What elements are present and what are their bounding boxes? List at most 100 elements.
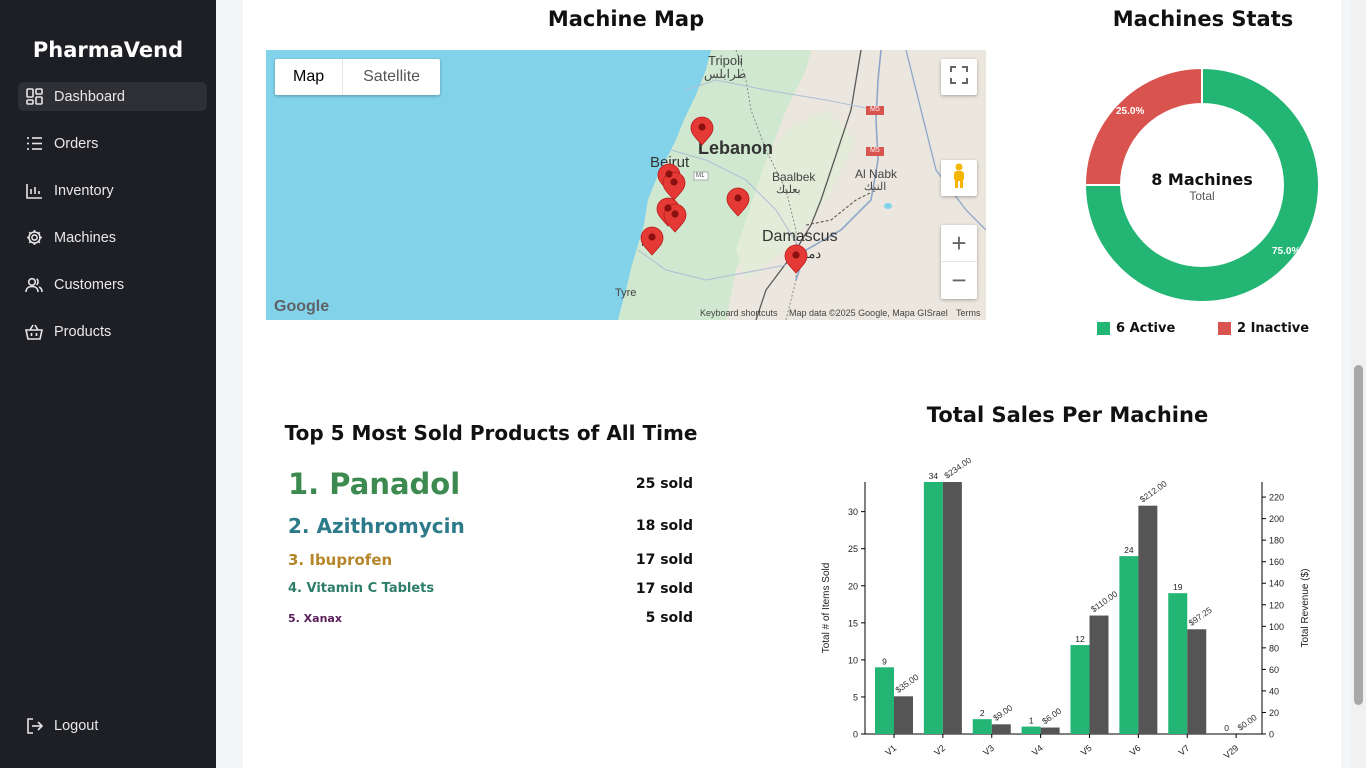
donut-center-sub: Total <box>1189 189 1215 203</box>
y2-tick-label: 200 <box>1269 514 1284 524</box>
top-product-name: 2. Azithromycin <box>288 514 465 538</box>
donut-label-inactive: 25.0% <box>1116 106 1144 117</box>
bar-data-label: $0.00 <box>1236 712 1259 733</box>
inventory-chart-icon <box>14 183 54 199</box>
sidebar-item-label: Orders <box>54 135 99 152</box>
google-logo: Google <box>274 298 330 315</box>
fullscreen-button[interactable] <box>941 59 977 95</box>
y-tick-label: 15 <box>848 618 858 628</box>
legend-active-label: 6 Active <box>1116 321 1176 336</box>
scrollbar-thumb[interactable] <box>1354 365 1363 705</box>
sidebar-item-label: Customers <box>54 276 125 293</box>
y-tick-label: 5 <box>853 692 858 702</box>
map-type-satellite-button[interactable]: Satellite <box>343 59 440 95</box>
sidebar-item-label: Inventory <box>54 182 114 199</box>
bar-data-label: $234.00 <box>942 458 973 481</box>
street-view-pegman[interactable] <box>941 160 977 196</box>
zoom-in-button[interactable]: + <box>941 225 977 262</box>
app-logo: PharmaVend <box>32 38 184 62</box>
y-tick-label: 0 <box>853 730 858 740</box>
bar-data-label: $97.25 <box>1187 605 1214 628</box>
bar-data-label: $35.00 <box>893 672 920 695</box>
y2-axis-title: Total Revenue ($) <box>1300 569 1311 648</box>
map-type-map-button[interactable]: Map <box>275 59 344 95</box>
top-product-sold: 17 sold <box>635 552 693 568</box>
top-product-sold: 25 sold <box>635 476 693 492</box>
x-tick-label: V29 <box>1222 743 1241 761</box>
bar-data-label: 2 <box>980 708 985 718</box>
y-tick-label: 25 <box>848 544 858 554</box>
bar-data-label: 19 <box>1173 582 1183 592</box>
sidebar-item-products[interactable]: Products <box>18 317 207 346</box>
bar-items-sold[interactable] <box>1021 726 1041 734</box>
bar-revenue[interactable] <box>991 724 1011 734</box>
bar-items-sold[interactable] <box>1168 593 1188 734</box>
top-product-name: 5. Xanax <box>288 612 342 625</box>
bar-data-label: $9.00 <box>991 702 1014 723</box>
x-tick-label: V7 <box>1177 743 1192 758</box>
donut-slice-inactive[interactable] <box>1083 66 1203 186</box>
y2-tick-label: 60 <box>1269 665 1279 675</box>
sidebar-item-label: Products <box>54 323 112 340</box>
bar-items-sold[interactable] <box>1119 556 1139 734</box>
keyboard-shortcuts-link[interactable]: Keyboard shortcuts <box>700 308 778 318</box>
sidebar-item-customers[interactable]: Customers <box>18 270 207 299</box>
sidebar-item-inventory[interactable]: Inventory <box>18 176 207 205</box>
sidebar-item-machines[interactable]: Machines <box>18 223 207 252</box>
logout-icon <box>14 717 54 734</box>
legend-active-swatch <box>1097 322 1110 335</box>
fullscreen-icon <box>950 65 968 89</box>
zoom-control: + − <box>941 225 977 299</box>
logout-button[interactable]: Logout <box>18 711 207 740</box>
sidebar-item-dashboard[interactable]: Dashboard <box>18 82 207 111</box>
orders-list-icon <box>14 136 54 151</box>
map-marker[interactable] <box>690 116 714 146</box>
y2-tick-label: 20 <box>1269 708 1279 718</box>
bar-data-label: 24 <box>1124 545 1134 555</box>
map-data-attribution: Map data ©2025 Google, Mapa GISrael <box>789 308 948 318</box>
donut-label-active: 75.0% <box>1272 246 1300 257</box>
map-marker[interactable] <box>784 244 808 274</box>
y-tick-label: 20 <box>848 581 858 591</box>
sidebar-item-label: Dashboard <box>54 88 125 105</box>
bar-revenue[interactable] <box>942 482 962 734</box>
machine-map[interactable]: Tripoli طرابلس Lebanon Beirut Baalbek بع… <box>266 50 986 320</box>
bar-data-label: 0 <box>1224 723 1229 733</box>
x-tick-label: V6 <box>1128 743 1143 758</box>
bar-items-sold[interactable] <box>972 719 992 734</box>
bar-revenue[interactable] <box>1040 727 1060 734</box>
bar-items-sold[interactable] <box>923 482 943 734</box>
zoom-out-button[interactable]: − <box>941 262 977 299</box>
bar-revenue[interactable] <box>894 696 913 734</box>
y2-tick-label: 40 <box>1269 686 1279 696</box>
y2-tick-label: 180 <box>1269 536 1284 546</box>
y2-tick-label: 0 <box>1269 730 1274 740</box>
terms-link[interactable]: Terms <box>956 308 981 318</box>
bar-data-label: 9 <box>882 656 887 666</box>
top-product-name: 1. Panadol <box>288 467 461 501</box>
y-tick-label: 10 <box>848 655 858 665</box>
legend-inactive-label: 2 Inactive <box>1237 321 1310 336</box>
bar-revenue[interactable] <box>1138 505 1158 734</box>
logout-label: Logout <box>54 717 99 734</box>
bar-revenue[interactable] <box>1187 629 1207 734</box>
x-tick-label: V4 <box>1030 743 1045 758</box>
legend-inactive: 2 Inactive <box>1218 321 1309 336</box>
map-marker[interactable] <box>640 226 664 256</box>
bar-items-sold[interactable] <box>1070 645 1090 734</box>
sidebar-item-label: Machines <box>54 229 117 246</box>
top-product-name: 3. Ibuprofen <box>288 551 393 569</box>
sales-chart-title: Total Sales Per Machine <box>926 403 1209 427</box>
x-tick-label: V5 <box>1079 743 1094 758</box>
stats-title: Machines Stats <box>1112 7 1294 31</box>
y2-tick-label: 100 <box>1269 622 1284 632</box>
map-marker[interactable] <box>726 187 750 217</box>
y2-tick-label: 80 <box>1269 643 1279 653</box>
top-product-name: 4. Vitamin C Tablets <box>288 581 435 596</box>
bar-revenue[interactable] <box>1089 615 1109 734</box>
bar-items-sold[interactable] <box>875 667 894 734</box>
bar-data-label: 1 <box>1029 716 1034 726</box>
sidebar-item-orders[interactable]: Orders <box>18 129 207 158</box>
dashboard-icon <box>14 88 54 105</box>
bar-data-label: $212.00 <box>1138 478 1169 504</box>
